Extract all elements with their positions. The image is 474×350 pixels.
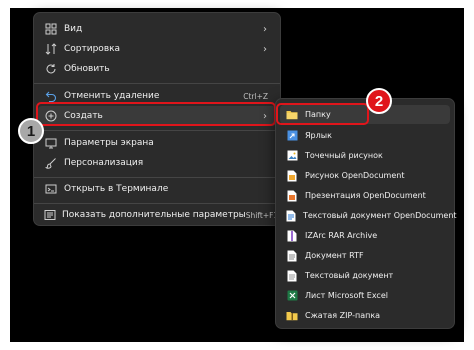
create-highlight-frame <box>36 102 276 126</box>
odg-icon <box>286 170 298 182</box>
menu-item-refresh[interactable]: Обновить <box>38 59 276 79</box>
step-badge-1: 1 <box>18 118 44 144</box>
menu-item-more-options[interactable]: Показать дополнительные параметры Shift+… <box>38 205 283 225</box>
rtf-icon <box>286 250 298 262</box>
rar-icon <box>286 230 298 242</box>
menu-item-sort[interactable]: Сортировка › <box>38 39 276 59</box>
step-badge-2: 2 <box>366 88 392 114</box>
submenu-item-odg[interactable]: Рисунок OpenDocument <box>280 166 450 185</box>
chevron-right-icon: › <box>263 43 267 55</box>
submenu-item-txt[interactable]: Текстовый документ <box>280 266 450 285</box>
menu-item-display-settings[interactable]: Параметры экрана <box>38 133 276 153</box>
submenu-item-excel[interactable]: Лист Microsoft Excel <box>280 286 450 305</box>
menu-item-open-terminal[interactable]: Открыть в Терминале <box>38 179 276 199</box>
shortcut-icon <box>286 130 298 142</box>
menu-separator <box>34 130 280 131</box>
submenu-item-zip[interactable]: Сжатая ZIP-папка <box>280 306 450 325</box>
menu-separator <box>34 83 280 84</box>
bitmap-icon <box>286 150 298 162</box>
txt-icon <box>286 270 298 282</box>
terminal-icon <box>44 182 58 196</box>
odt-icon <box>286 210 296 222</box>
refresh-icon <box>44 62 58 76</box>
display-icon <box>44 136 58 150</box>
submenu-item-rar[interactable]: IZArc RAR Archive <box>280 226 450 245</box>
submenu-item-bitmap[interactable]: Точечный рисунок <box>280 146 450 165</box>
excel-icon <box>286 290 298 302</box>
brush-icon <box>44 156 58 170</box>
odp-icon <box>286 190 298 202</box>
submenu-item-rtf[interactable]: Документ RTF <box>280 246 450 265</box>
submenu-item-odp[interactable]: Презентация OpenDocument <box>280 186 450 205</box>
undo-icon <box>44 89 58 103</box>
more-options-icon <box>44 208 56 222</box>
sort-icon <box>44 42 58 56</box>
menu-separator <box>34 177 280 178</box>
menu-separator <box>34 203 280 204</box>
folder-highlight-frame <box>276 103 369 125</box>
zip-icon <box>286 310 298 322</box>
chevron-right-icon: › <box>263 23 267 35</box>
grid-icon <box>44 22 58 36</box>
create-submenu: Папку Ярлык Точечный рисунок Рисунок Ope… <box>275 98 457 329</box>
submenu-item-shortcut[interactable]: Ярлык <box>280 126 450 145</box>
menu-item-view[interactable]: Вид › <box>38 19 276 39</box>
menu-item-personalization[interactable]: Персонализация <box>38 153 276 173</box>
submenu-item-odt[interactable]: Текстовый документ OpenDocument <box>280 206 457 225</box>
